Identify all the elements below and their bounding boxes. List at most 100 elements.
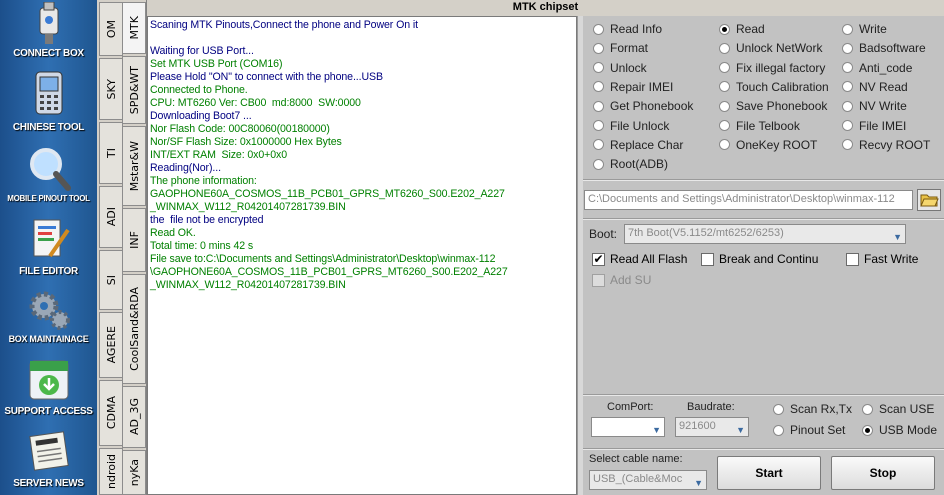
break-and-continue-checkbox[interactable]: Break and Continu [701,252,818,266]
radio-dot [862,403,873,415]
add-su-checkbox[interactable]: Add SU [592,273,651,287]
tab-ti[interactable]: TI [99,122,123,184]
sidebar-item-file-editor[interactable]: FILE EDITOR [0,216,97,277]
radio-save-phonebook[interactable]: Save Phonebook [719,99,827,113]
radio-dot [719,62,730,74]
radio-file-imei[interactable]: File IMEI [842,119,906,133]
tab-label: CDMA [104,396,118,430]
radio-label: NV Read [859,79,908,94]
radio-dot [593,120,604,131]
fast-write-checkbox[interactable]: Fast Write [846,252,918,266]
tab-om[interactable]: OM [99,2,123,56]
tab-adi[interactable]: ADI [99,186,123,248]
comport-select[interactable]: ▼ [591,417,665,437]
fast-write-label: Fast Write [864,252,919,266]
tab-spd-wt[interactable]: SPD&WT [122,56,146,124]
radio-label: OneKey ROOT [736,137,818,152]
log-line: \GAOPHONE60A_COSMOS_11B_PCB01_GPRS_MT626… [150,266,508,278]
boot-select-value: 7th Boot(V5.1152/mt6252/6253) [628,227,784,239]
tab-mtk[interactable]: MTK [122,2,146,54]
start-button[interactable]: Start [717,456,821,490]
sidebar-item-box-maintainace[interactable]: BOX MAINTAINACE [0,286,97,344]
radio-onekey-root[interactable]: OneKey ROOT [719,138,817,152]
gears-icon [29,291,70,330]
radio-fix-illegal-factory[interactable]: Fix illegal factory [719,61,825,75]
sidebar-item-chinese-tool[interactable]: CHINESE TOOL [0,70,97,133]
radio-nv-write[interactable]: NV Write [842,99,907,113]
boot-select[interactable]: 7th Boot(V5.1152/mt6252/6253) ▼ [624,224,906,244]
scan-use-radio[interactable]: Scan USE [862,402,934,416]
comport-label: ComPort: [607,401,654,413]
sidebar-item-connect-box[interactable]: CONNECT BOX [0,2,97,59]
radio-file-unlock[interactable]: File Unlock [593,119,669,133]
sidebar: CONNECT BOX CHINESE TOOL MOBILE PINOUT T… [0,0,97,495]
radio-label: Touch Calibration [736,79,829,94]
fast-write-box [846,252,859,266]
log-line: Waiting for USB Port... [150,45,254,57]
tab-cdma[interactable]: CDMA [99,380,123,446]
radio-replace-char[interactable]: Replace Char [593,138,683,152]
tab-agere[interactable]: AGERE [99,312,123,378]
log-line: File save to:C:\Documents and Settings\A… [150,253,496,265]
radio-label: NV Write [859,99,907,114]
read-all-flash-box: ✔ [592,251,605,266]
radio-label: Badsoftware [859,41,926,56]
cable-select[interactable]: USB_(Cable&Moc ▼ [589,470,707,490]
sidebar-item-support-access[interactable]: SUPPORT ACCESS [0,357,97,417]
radio-nv-read[interactable]: NV Read [842,80,908,94]
sidebar-item-label: SERVER NEWS [13,478,84,489]
scan-rx-tx-label: Scan Rx,Tx [790,402,853,416]
radio-format[interactable]: Format [593,41,648,55]
radio-unlock[interactable]: Unlock [593,61,647,75]
break-and-continue-box [701,252,714,266]
radio-badsoftware[interactable]: Badsoftware [842,41,926,55]
tab-nyka[interactable]: nyKa [122,450,146,495]
pinout-set-radio[interactable]: Pinout Set [773,423,845,437]
sidebar-item-label: SUPPORT ACCESS [4,406,93,417]
browse-folder-button[interactable] [917,189,941,211]
tab-si[interactable]: SI [99,250,123,310]
sidebar-item-server-news[interactable]: SERVER NEWS [0,428,97,489]
radio-read[interactable]: Read [719,22,765,36]
tab-ad-3g[interactable]: AD_3G [122,386,146,448]
radio-recvy-root[interactable]: Recvy ROOT [842,138,930,152]
radio-file-telbook[interactable]: File Telbook [719,119,800,133]
sidebar-item-label: CHINESE TOOL [12,122,85,133]
radio-dot [593,139,604,151]
tab-android[interactable]: ndroid [99,448,123,495]
tab-label: MTK [127,16,141,40]
scan-rx-tx-radio[interactable]: Scan Rx,Tx [773,402,852,416]
chinese-phone-icon [35,71,62,115]
radio-dot [842,120,853,131]
radio-repair-imei[interactable]: Repair IMEI [593,80,673,94]
sidebar-item-mobile-pinout-tool[interactable]: MOBILE PINOUT TOOL [0,146,97,203]
tab-inf[interactable]: INF [122,208,146,272]
radio-read-info[interactable]: Read Info [593,22,662,36]
radio-unlock-network[interactable]: Unlock NetWork [719,41,822,55]
scan-use-label: Scan USE [879,402,935,416]
radio-write[interactable]: Write [842,22,887,36]
radio-label: Unlock [610,60,647,75]
log-line: Connected to Phone. [150,84,248,96]
divider [583,218,944,220]
baudrate-select[interactable]: 921600 ▼ [675,417,749,437]
operations-panel: Read Info Format Unlock Repair IMEI Get Phon… [583,16,944,495]
log-line: Scaning MTK Pinouts,Connect the phone an… [150,19,418,31]
radio-label: Repair IMEI [610,79,674,94]
radio-get-phonebook[interactable]: Get Phonebook [593,99,693,113]
radio-touch-calibration[interactable]: Touch Calibration [719,80,829,94]
file-path-field[interactable]: C:\Documents and Settings\Administrator\… [584,190,913,210]
tab-mstar-w[interactable]: Mstar&W [122,126,146,206]
log-output[interactable]: Scaning MTK Pinouts,Connect the phone an… [147,16,577,495]
read-all-flash-checkbox[interactable]: ✔ Read All Flash [592,252,687,266]
radio-anti-code[interactable]: Anti_code [842,61,912,75]
usb-mode-radio[interactable]: USB Mode [862,423,937,437]
radio-root-adb[interactable]: Root(ADB) [593,157,668,171]
stop-button[interactable]: Stop [831,456,935,490]
log-line: Please Hold "ON" to connect with the pho… [150,71,383,83]
tab-coolsand-rda[interactable]: CoolSand&RDA [122,274,146,384]
log-line: Nor Flash Code: 00C80060(00180000) [150,123,330,135]
tab-label: ADI [104,207,118,227]
tab-sky[interactable]: SKY [99,58,123,120]
radio-label: Root(ADB) [610,157,669,172]
